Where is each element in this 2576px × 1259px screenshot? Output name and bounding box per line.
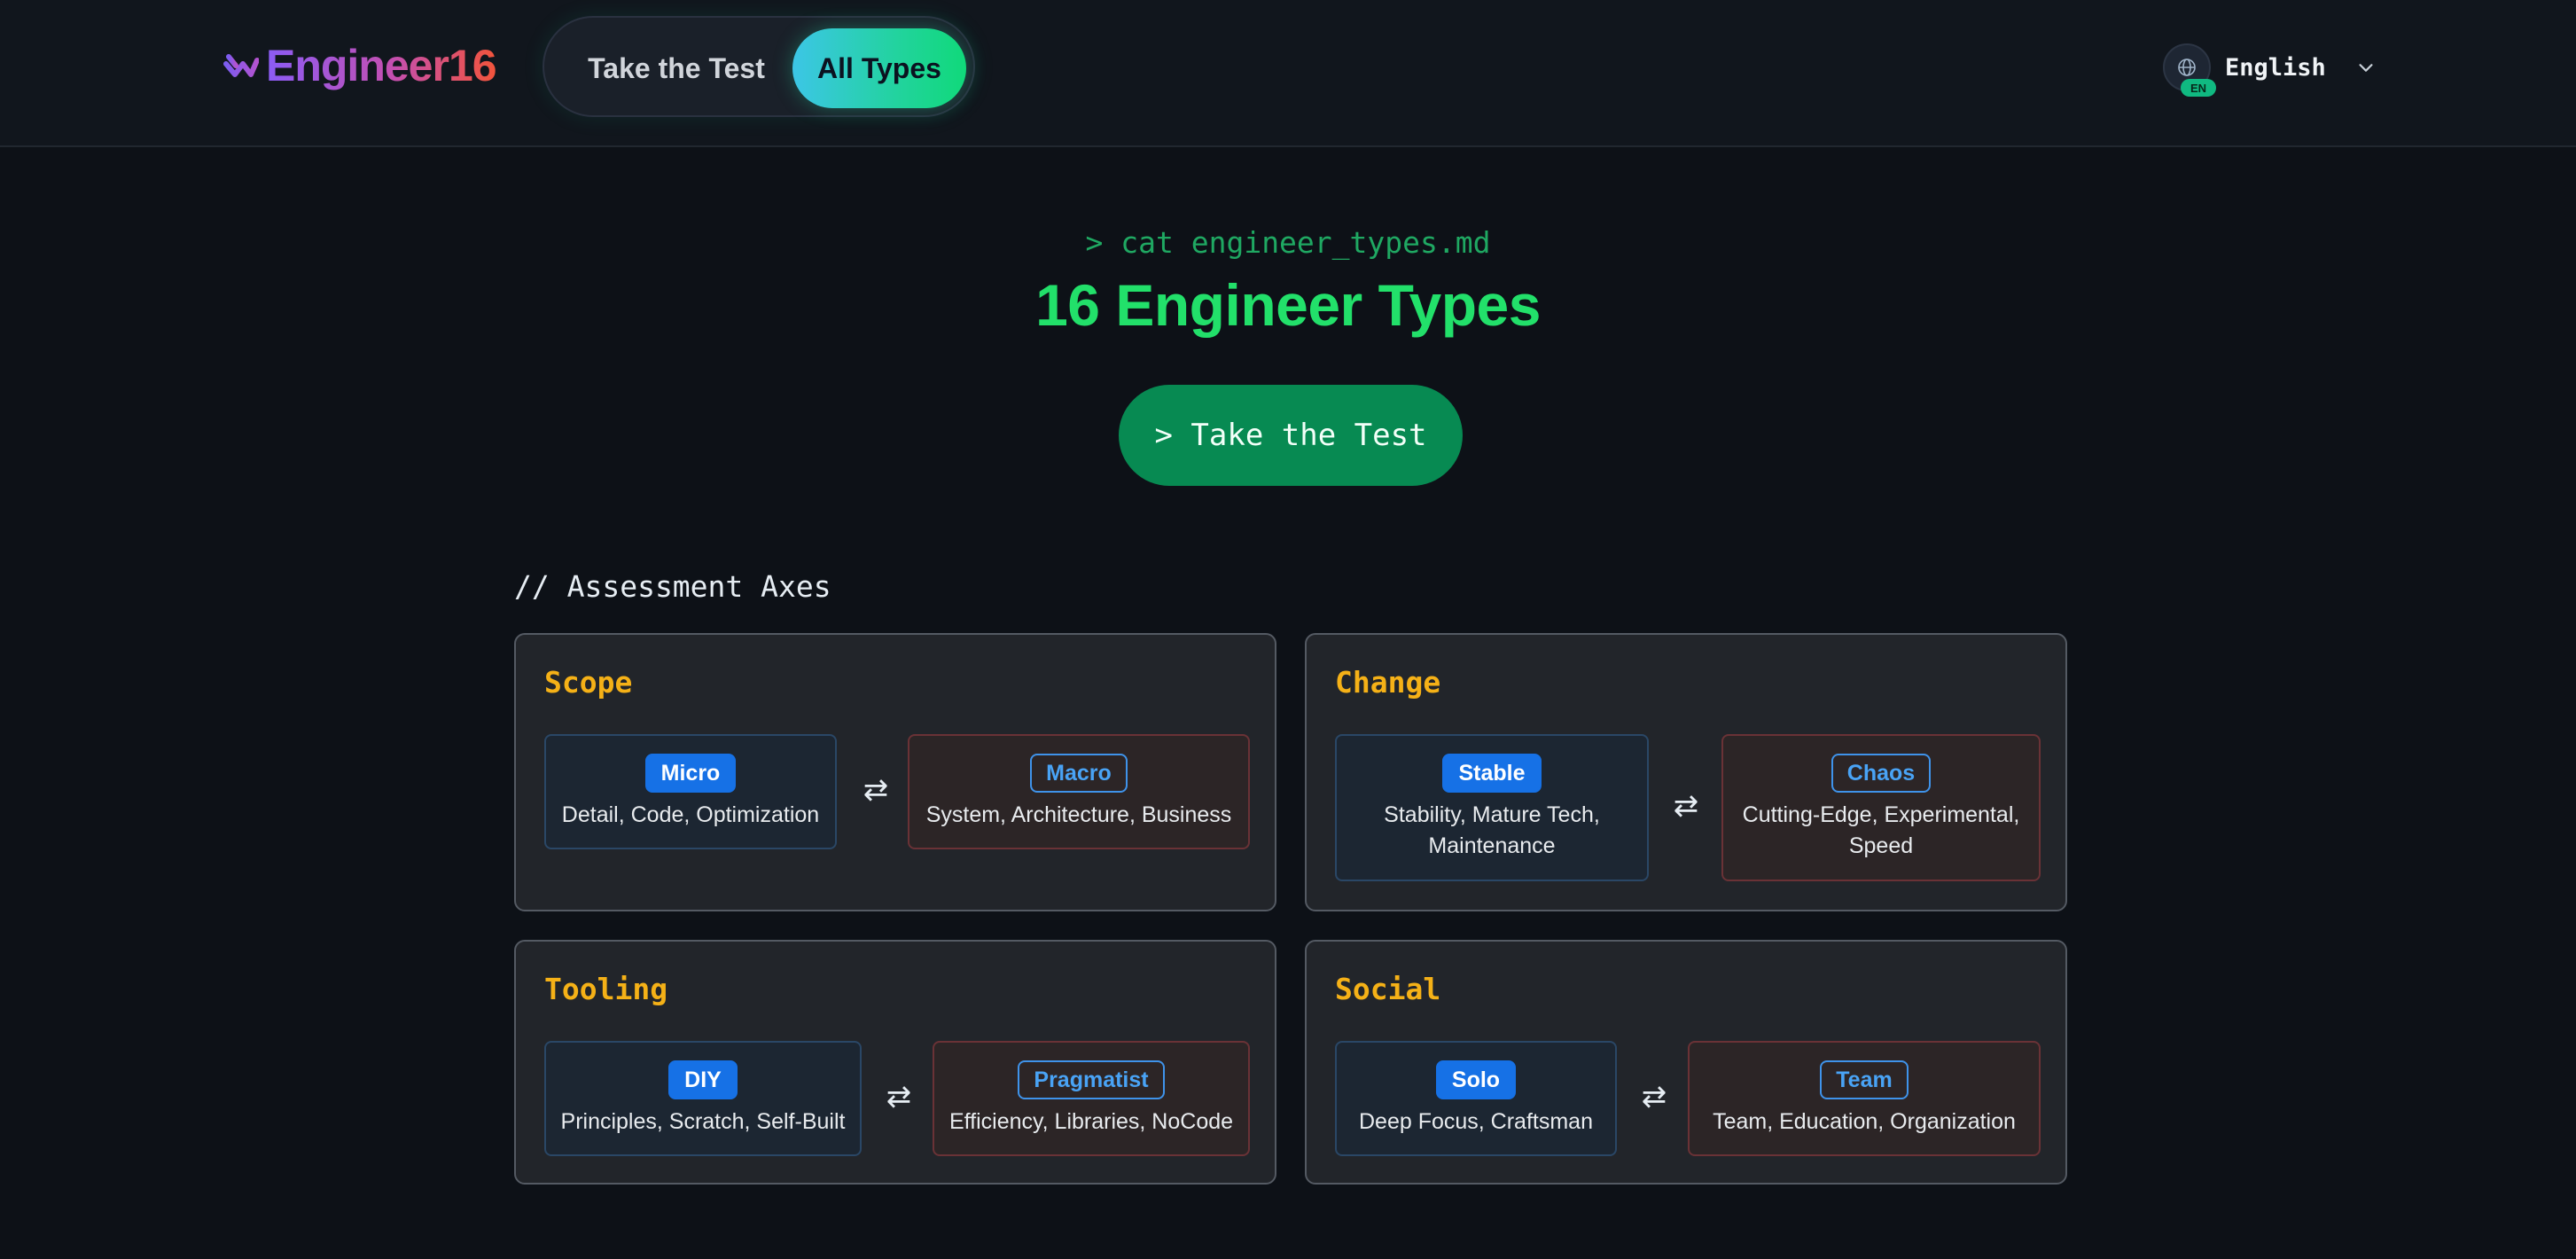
axis-pole-left: Micro Detail, Code, Optimization bbox=[544, 734, 837, 849]
top-header: Engineer16 Take the Test All Types EN En… bbox=[0, 0, 2576, 147]
pole-description: Principles, Scratch, Self-Built bbox=[560, 1108, 846, 1134]
main-nav: Take the Test All Types bbox=[543, 16, 975, 117]
pole-tag: DIY bbox=[668, 1060, 738, 1099]
swap-arrows-icon: ⇄ bbox=[863, 773, 889, 807]
swap-arrows-icon: ⇄ bbox=[1673, 789, 1699, 823]
pole-description: Team, Education, Organization bbox=[1713, 1108, 2016, 1134]
pole-description: Stability, Mature Tech, Maintenance bbox=[1384, 802, 1600, 858]
axis-title: Social bbox=[1335, 972, 1441, 1006]
language-icon-wrap: EN bbox=[2163, 43, 2216, 97]
axis-pole-right: Pragmatist Efficiency, Libraries, NoCode bbox=[933, 1041, 1250, 1156]
swap-arrows-icon: ⇄ bbox=[886, 1080, 912, 1114]
terminal-command: > cat engineer_types.md bbox=[1085, 225, 1491, 260]
pole-tag: Macro bbox=[1030, 753, 1128, 793]
pole-tag: Team bbox=[1820, 1060, 1909, 1099]
pole-description: Detail, Code, Optimization bbox=[561, 802, 820, 827]
take-test-button[interactable]: > Take the Test bbox=[1119, 385, 1463, 486]
language-badge: EN bbox=[2181, 79, 2216, 97]
pole-description: Deep Focus, Craftsman bbox=[1359, 1108, 1593, 1134]
pole-description: System, Architecture, Business bbox=[925, 802, 1232, 827]
axis-pole-right: Team Team, Education, Organization bbox=[1688, 1041, 2041, 1156]
pole-tag: Micro bbox=[644, 753, 737, 793]
axis-card-social: Social Solo Deep Focus, Craftsman ⇄ Team… bbox=[1305, 940, 2067, 1185]
logo-icon bbox=[223, 54, 259, 77]
pole-description: Efficiency, Libraries, NoCode bbox=[948, 1108, 1234, 1134]
logo-text: Engineer16 bbox=[266, 41, 497, 90]
logo-link[interactable]: Engineer16 bbox=[223, 39, 497, 92]
language-selector[interactable]: EN English bbox=[2163, 41, 2376, 97]
section-title: // Assessment Axes bbox=[514, 569, 831, 604]
axis-pole-left: Solo Deep Focus, Craftsman bbox=[1335, 1041, 1617, 1156]
pole-tag: Chaos bbox=[1831, 754, 1932, 793]
axis-pole-right: Chaos Cutting-Edge, Experimental, Speed bbox=[1721, 734, 2041, 881]
pole-tag: Pragmatist bbox=[1018, 1060, 1165, 1099]
axis-card-change: Change Stable Stability, Mature Tech, Ma… bbox=[1305, 633, 2067, 911]
nav-all-types[interactable]: All Types bbox=[792, 28, 966, 108]
pole-tag: Solo bbox=[1435, 1060, 1517, 1099]
axis-pole-left: Stable Stability, Mature Tech, Maintenan… bbox=[1335, 734, 1649, 881]
language-label: English bbox=[2225, 53, 2326, 82]
chevron-down-icon bbox=[2359, 64, 2373, 72]
nav-take-the-test[interactable]: Take the Test bbox=[557, 28, 796, 108]
axis-pole-left: DIY Principles, Scratch, Self-Built bbox=[544, 1041, 862, 1156]
axis-title: Scope bbox=[544, 665, 633, 700]
page-title: 16 Engineer Types bbox=[1035, 272, 1541, 338]
pole-description: Cutting-Edge, Experimental, Speed bbox=[1742, 802, 2020, 858]
axis-card-tooling: Tooling DIY Principles, Scratch, Self-Bu… bbox=[514, 940, 1276, 1185]
axis-card-scope: Scope Micro Detail, Code, Optimization ⇄… bbox=[514, 633, 1276, 911]
pole-tag: Stable bbox=[1442, 754, 1542, 793]
axis-pole-right: Macro System, Architecture, Business bbox=[908, 734, 1250, 849]
axis-title: Tooling bbox=[544, 972, 668, 1006]
axis-title: Change bbox=[1335, 665, 1441, 700]
swap-arrows-icon: ⇄ bbox=[1641, 1080, 1667, 1114]
